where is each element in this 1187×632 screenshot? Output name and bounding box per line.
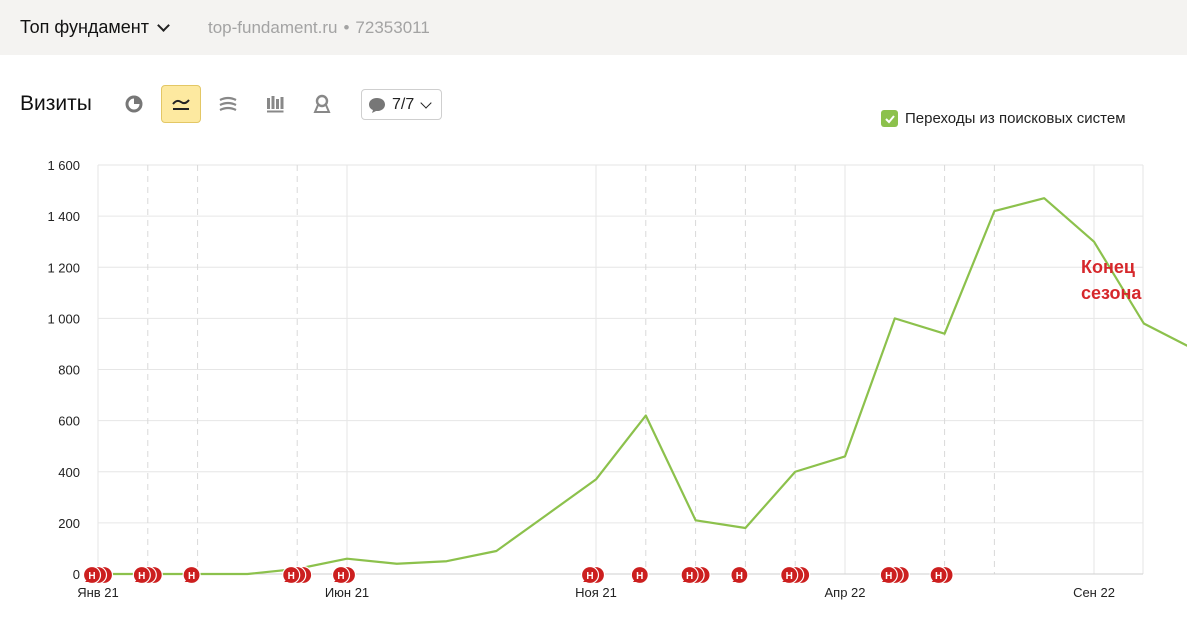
- y-tick-label: 1 400: [47, 209, 80, 224]
- x-tick-label: Сен 22: [1073, 585, 1115, 600]
- bar-chart-icon: [267, 96, 284, 113]
- chevron-down-icon: [420, 96, 432, 109]
- annotation-marker[interactable]: Н: [132, 565, 151, 585]
- annotation-marker-letter: Н: [337, 571, 344, 582]
- y-tick-label: 1 600: [47, 158, 80, 173]
- data-point[interactable]: [839, 450, 851, 462]
- annotation-marker[interactable]: Н: [182, 565, 201, 585]
- annotation-marker[interactable]: Н: [630, 565, 649, 585]
- annotation-marker[interactable]: Н: [331, 565, 351, 585]
- data-point[interactable]: [789, 466, 801, 478]
- x-tick-label: Янв 21: [77, 585, 119, 600]
- data-point[interactable]: [939, 328, 951, 340]
- data-point[interactable]: [391, 558, 403, 570]
- season-end-note-line1: Конец: [1081, 257, 1135, 277]
- annotation-marker[interactable]: Н: [82, 565, 102, 585]
- y-tick-label: 1 000: [47, 311, 80, 326]
- season-end-note-line2: сезона: [1081, 283, 1142, 303]
- y-tick-label: 0: [73, 567, 80, 582]
- checkbox-checked-icon[interactable]: [881, 110, 898, 127]
- y-tick-label: 200: [58, 516, 80, 531]
- metric-title: Визиты: [20, 92, 92, 115]
- y-tick-label: 1 200: [47, 260, 80, 275]
- annotation-marker[interactable]: Н: [580, 565, 600, 585]
- data-point[interactable]: [241, 568, 253, 580]
- chevron-down-icon: [157, 19, 170, 32]
- data-point[interactable]: [739, 522, 751, 534]
- annotation-marker-letter: Н: [586, 571, 593, 582]
- counter-name: Топ фундамент: [20, 17, 149, 37]
- site-domain: top-fundament.ru: [208, 18, 338, 37]
- data-point[interactable]: [1138, 317, 1150, 329]
- data-point[interactable]: [1038, 192, 1050, 204]
- area-chart-button[interactable]: [208, 85, 248, 123]
- annotation-marker-letter: Н: [736, 571, 743, 582]
- counter-id: 72353011: [355, 18, 430, 37]
- annotations-count: 7/7: [392, 95, 415, 113]
- x-tick-label: Июн 21: [325, 585, 369, 600]
- annotation-marker[interactable]: Н: [780, 565, 799, 585]
- y-tick-label: 400: [58, 465, 80, 480]
- annotation-marker-letter: Н: [636, 571, 643, 582]
- annotation-marker[interactable]: Н: [730, 565, 749, 585]
- annotation-marker[interactable]: Н: [879, 565, 898, 585]
- data-point[interactable]: [490, 545, 502, 557]
- line-chart-icon: [172, 99, 190, 110]
- bar-chart-button[interactable]: [255, 85, 295, 123]
- annotation-marker-letter: Н: [188, 571, 195, 582]
- annotation-marker[interactable]: Н: [929, 565, 948, 585]
- annotation-marker-letter: Н: [885, 571, 892, 582]
- annotation-marker[interactable]: Н: [680, 565, 699, 585]
- y-tick-label: 800: [58, 363, 80, 378]
- pie-chart-icon: [125, 95, 143, 113]
- top-bar: Топ фундамент top-fundament.ru • 72353011: [0, 0, 1187, 55]
- pie-chart-button[interactable]: [114, 85, 154, 123]
- annotation-marker-letter: Н: [88, 571, 95, 582]
- data-point[interactable]: [540, 509, 552, 521]
- annotation-marker-letter: Н: [138, 571, 145, 582]
- annotations-dropdown[interactable]: 7/7: [361, 89, 442, 120]
- data-point[interactable]: [590, 473, 602, 485]
- annotation-marker-letter: Н: [786, 571, 793, 582]
- separator: •: [343, 18, 350, 37]
- series-line-search-traffic: [98, 197, 1187, 576]
- data-point[interactable]: [988, 205, 1000, 217]
- season-end-note: Конец сезона: [1081, 254, 1141, 306]
- legend-item-search-traffic[interactable]: Переходы из поисковых систем: [881, 110, 1126, 127]
- legend-label: Переходы из поисковых систем: [905, 110, 1126, 127]
- annotation-marker-letter: Н: [935, 571, 942, 582]
- x-tick-label: Ноя 21: [575, 585, 617, 600]
- area-chart-icon: [219, 96, 237, 111]
- y-tick-label: 600: [58, 414, 80, 429]
- annotation-marker-letter: Н: [288, 571, 295, 582]
- data-point[interactable]: [690, 514, 702, 526]
- data-point[interactable]: [1088, 236, 1100, 248]
- map-pin-icon: [313, 94, 331, 113]
- x-tick-label: Апр 22: [824, 585, 865, 600]
- line-chart-button[interactable]: [161, 85, 201, 123]
- annotation-marker[interactable]: Н: [282, 565, 301, 585]
- site-info: top-fundament.ru • 72353011: [208, 18, 430, 38]
- annotation-marker-letter: Н: [686, 571, 693, 582]
- counter-selector[interactable]: Топ фундамент: [20, 17, 170, 38]
- data-point[interactable]: [640, 410, 652, 422]
- data-point[interactable]: [889, 312, 901, 324]
- data-point[interactable]: [341, 553, 353, 565]
- map-button[interactable]: [302, 85, 342, 123]
- visits-line-chart: 0 200 400 600 800 1 000 1 200 1 400 1 600 Янв 21 И…: [47, 158, 1187, 600]
- data-point[interactable]: [441, 555, 453, 567]
- comment-icon: [369, 97, 385, 113]
